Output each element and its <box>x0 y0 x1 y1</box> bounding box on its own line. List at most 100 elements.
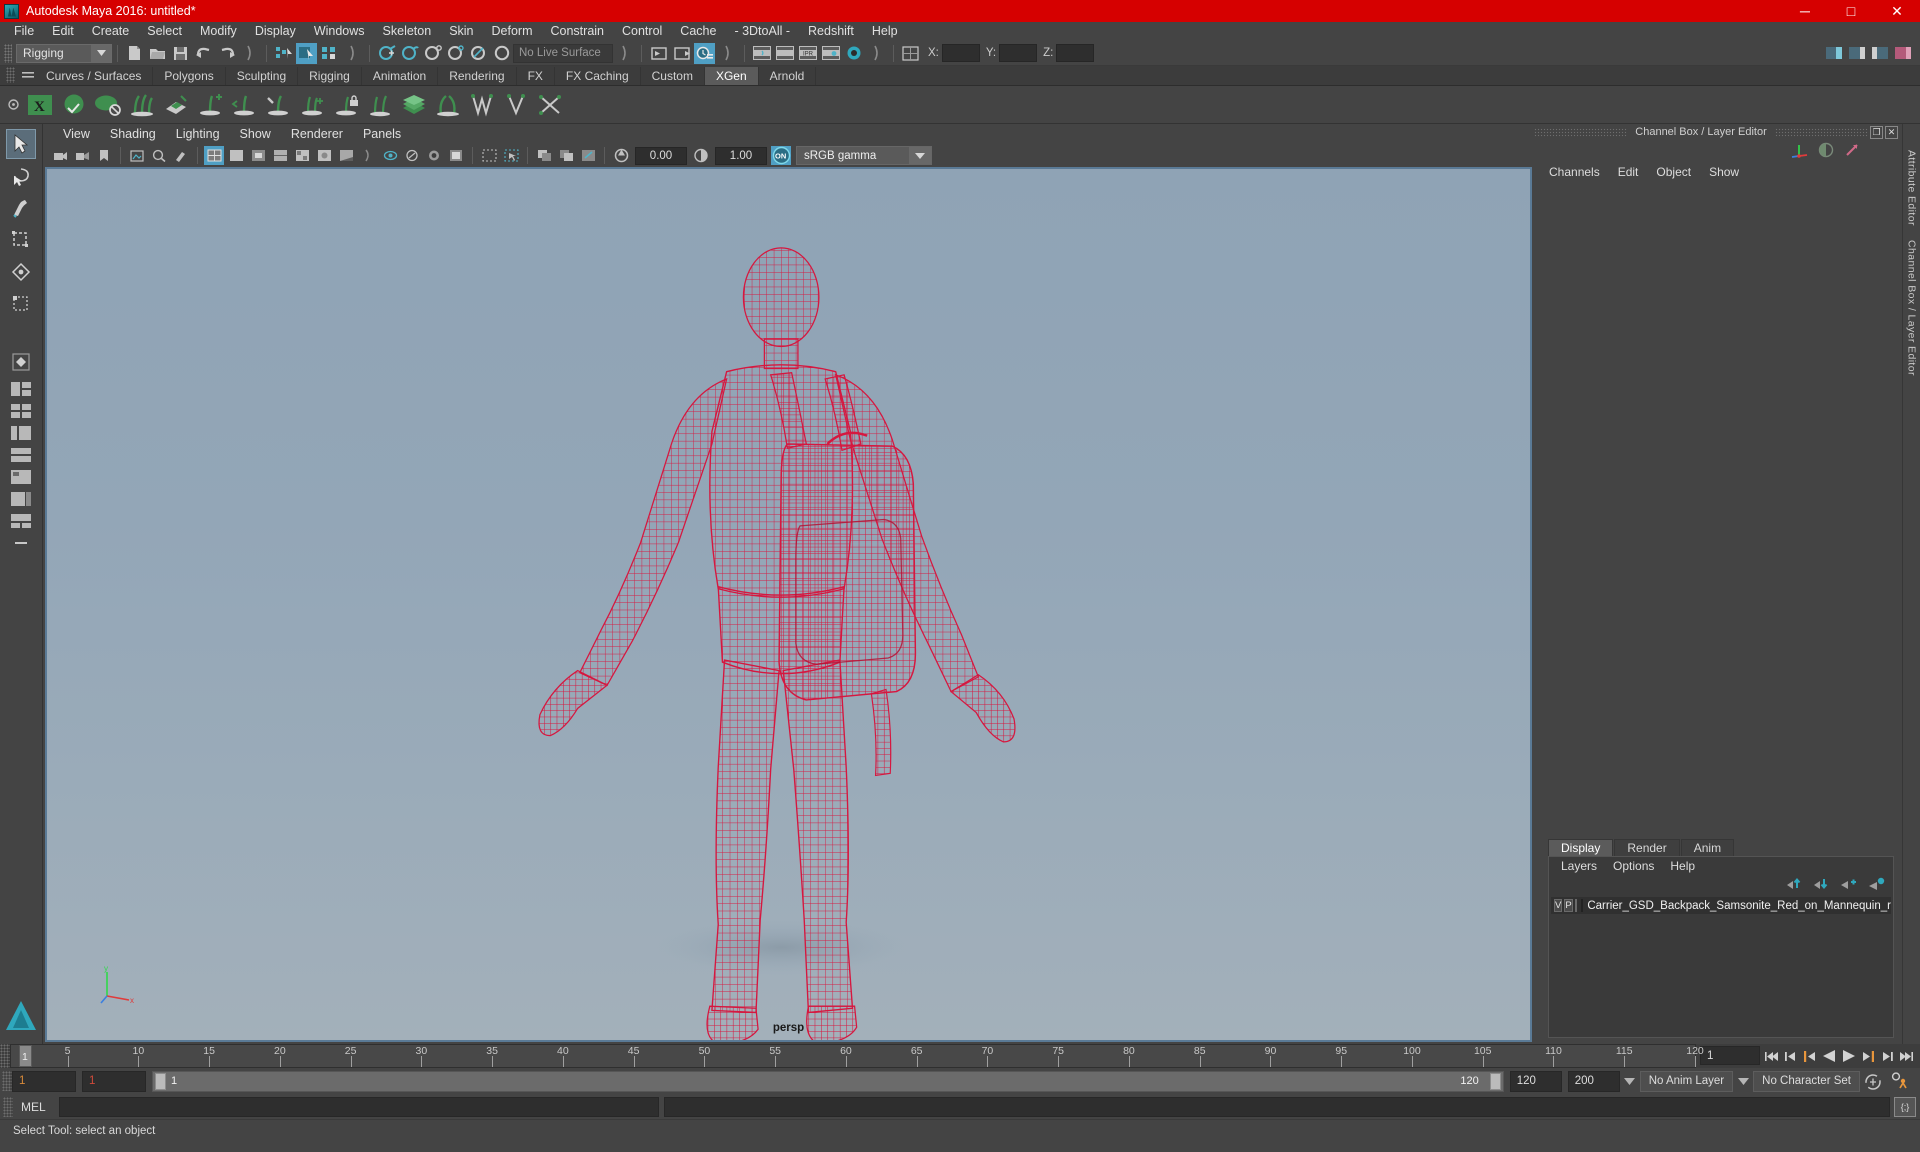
layer-menu-options[interactable]: Options <box>1605 859 1662 873</box>
output-connections-button[interactable] <box>671 43 692 64</box>
snap-to-point-button[interactable] <box>422 43 443 64</box>
xgen-groom-icon[interactable] <box>433 90 463 120</box>
menu-item-constrain[interactable]: Constrain <box>542 22 614 41</box>
xgen-guides-icon[interactable] <box>127 90 157 120</box>
move-layer-down-icon[interactable] <box>1813 877 1829 893</box>
playback-start-time-field[interactable]: 1 <box>82 1070 146 1092</box>
range-slider[interactable]: 1 120 <box>152 1070 1504 1092</box>
snap-to-projected-center-button[interactable] <box>445 43 466 64</box>
transform-field-toggle[interactable] <box>900 43 921 64</box>
expand-right-icon[interactable] <box>717 43 738 64</box>
persp-graph-layout-button[interactable] <box>8 445 34 465</box>
smooth-shade-all-icon[interactable] <box>226 146 246 165</box>
menu-item-3dtoall[interactable]: - 3DtoAll - <box>725 22 799 41</box>
layer-color-swatch[interactable] <box>1580 899 1584 912</box>
coord-y-field[interactable] <box>999 44 1038 62</box>
color-management-selector[interactable]: sRGB gamma <box>796 146 932 165</box>
gamma-field[interactable]: 1.00 <box>715 146 767 165</box>
layer-tab-anim[interactable]: Anim <box>1680 839 1735 856</box>
anim-layer-selector[interactable]: No Anim Layer <box>1639 1070 1734 1092</box>
layer-display-type-toggle[interactable] <box>1574 899 1577 912</box>
current-frame-field[interactable]: 1 <box>1700 1046 1760 1065</box>
play-backwards-button[interactable] <box>1821 1046 1838 1066</box>
expand-right-icon[interactable] <box>614 43 635 64</box>
xgen-spline-cross-icon[interactable] <box>535 90 565 120</box>
channelbox-menu-object[interactable]: Object <box>1647 165 1700 179</box>
construction-history-button[interactable] <box>694 42 715 64</box>
ipr-render-region-button[interactable]: IPR <box>797 43 818 64</box>
select-by-hierarchy-button[interactable] <box>273 43 294 64</box>
xgen-place-primitives-icon[interactable] <box>161 90 191 120</box>
xgen-layers-icon[interactable] <box>399 90 429 120</box>
snap-to-grid-button[interactable] <box>376 43 397 64</box>
screen-space-ao-icon[interactable] <box>358 146 378 165</box>
make-live-button[interactable] <box>491 43 512 64</box>
minimize-button[interactable]: ─ <box>1782 0 1828 22</box>
viewport-menu-panels[interactable]: Panels <box>353 127 411 141</box>
step-forward-frame-button[interactable] <box>1859 1046 1876 1066</box>
viewport-menu-shading[interactable]: Shading <box>100 127 166 141</box>
command-language-label[interactable]: MEL <box>13 1100 59 1114</box>
paint-selection-tool-button[interactable] <box>6 193 36 223</box>
show-hide-channel-box-button[interactable] <box>1892 43 1913 64</box>
xgen-add-guide-plus-icon[interactable] <box>297 90 327 120</box>
menu-item-display[interactable]: Display <box>246 22 305 41</box>
hypershade-persp-layout-button[interactable] <box>8 467 34 487</box>
rotate-tool-button[interactable] <box>6 257 36 287</box>
wireframe-on-shaded-icon[interactable] <box>270 146 290 165</box>
auto-keyframe-button[interactable] <box>1860 1073 1886 1090</box>
anim-end-time-field[interactable]: 200 <box>1567 1070 1620 1092</box>
multisample-aa-icon[interactable] <box>402 146 422 165</box>
shelf-grip[interactable] <box>6 67 15 83</box>
exposure-reset-icon[interactable] <box>578 146 598 165</box>
channel-box-layer-editor-tab[interactable]: Channel Box / Layer Editor <box>1906 240 1918 376</box>
expand-right-icon[interactable] <box>866 43 887 64</box>
layer-visibility-toggle[interactable]: V <box>1554 899 1563 912</box>
coord-x-field[interactable] <box>941 44 980 62</box>
shelf-menu-icon[interactable] <box>21 67 35 83</box>
range-start-handle[interactable] <box>155 1072 166 1090</box>
layer-row[interactable]: V P Carrier_GSD_Backpack_Samsonite_Red_on_… <box>1551 897 1891 914</box>
xgen-add-guide-icon[interactable] <box>195 90 225 120</box>
layer-menu-help[interactable]: Help <box>1662 859 1703 873</box>
commandline-grip[interactable] <box>3 1096 13 1117</box>
xray-active-components-icon[interactable] <box>556 146 576 165</box>
smooth-shade-selected-icon[interactable] <box>248 146 268 165</box>
show-hide-tool-settings-button[interactable] <box>1869 43 1890 64</box>
exposure-icon[interactable] <box>611 146 631 165</box>
depth-of-field-icon[interactable] <box>424 146 444 165</box>
input-connections-button[interactable] <box>648 43 669 64</box>
xgen-lock-guide-icon[interactable] <box>331 90 361 120</box>
show-manipulator-tool-button[interactable] <box>6 347 36 377</box>
shelf-tab-custom[interactable]: Custom <box>641 67 705 85</box>
menu-item-windows[interactable]: Windows <box>305 22 374 41</box>
step-back-key-button[interactable] <box>1783 1046 1800 1066</box>
animation-preferences-button[interactable] <box>1886 1072 1914 1090</box>
menu-item-file[interactable]: File <box>5 22 43 41</box>
playback-end-time-field[interactable]: 120 <box>1509 1070 1562 1092</box>
anim-start-time-field[interactable]: 1 <box>12 1070 76 1092</box>
four-view-layout-button[interactable] <box>8 401 34 421</box>
texture-shading-icon[interactable] <box>292 146 312 165</box>
half-circle-icon[interactable] <box>1818 142 1834 161</box>
menu-item-cache[interactable]: Cache <box>671 22 725 41</box>
character-set-selector[interactable]: No Character Set <box>1753 1070 1860 1092</box>
image-plane-icon[interactable] <box>127 146 147 165</box>
menu-item-select[interactable]: Select <box>138 22 191 41</box>
dock-drag-handle[interactable] <box>1774 127 1868 137</box>
channelbox-menu-edit[interactable]: Edit <box>1609 165 1648 179</box>
xgen-disable-icon[interactable] <box>93 90 123 120</box>
scale-tool-button[interactable] <box>6 289 36 319</box>
xgen-description-editor-icon[interactable]: X <box>25 90 55 120</box>
xray-joints-icon[interactable] <box>534 146 554 165</box>
shelf-tab-rigging[interactable]: Rigging <box>298 67 362 85</box>
shelf-tab-rendering[interactable]: Rendering <box>438 67 517 85</box>
layer-tab-display[interactable]: Display <box>1548 839 1614 856</box>
menu-item-create[interactable]: Create <box>83 22 139 41</box>
rangeslider-grip[interactable] <box>2 1071 12 1091</box>
current-time-indicator[interactable]: 1 <box>19 1045 32 1067</box>
command-input[interactable] <box>59 1096 659 1117</box>
create-layer-from-selected-icon[interactable] <box>1868 877 1885 893</box>
layer-list[interactable]: V P Carrier_GSD_Backpack_Samsonite_Red_on_… <box>1551 897 1891 1035</box>
expand-right-icon[interactable] <box>239 43 260 64</box>
